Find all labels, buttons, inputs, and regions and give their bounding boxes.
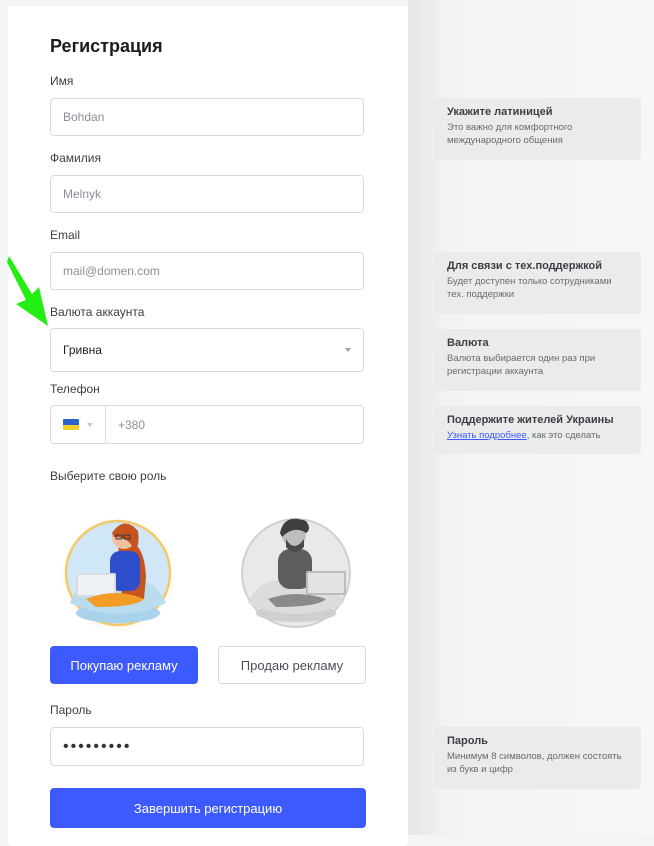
ukraine-flag-icon bbox=[63, 419, 79, 430]
first-name-placeholder: Bohdan bbox=[63, 110, 105, 124]
hint-email: Для связи с тех.поддержкой Будет доступе… bbox=[428, 252, 641, 314]
email-placeholder: mail@domen.com bbox=[63, 264, 160, 278]
password-value: ••••••••• bbox=[63, 737, 132, 755]
phone-input[interactable]: +380 bbox=[50, 405, 364, 444]
hint-ukraine-text: Узнать подробнее, как это сделать bbox=[447, 429, 629, 442]
page-title: Регистрация bbox=[50, 36, 163, 56]
hint-currency-text: Валюта выбирается один раз при регистрац… bbox=[447, 353, 596, 377]
first-name-label: Имя bbox=[50, 74, 74, 88]
hint-ukraine: Поддержите жителей Украины Узнать подроб… bbox=[428, 406, 641, 454]
email-input[interactable]: mail@domen.com bbox=[50, 252, 364, 290]
hint-currency-title: Валюта bbox=[447, 337, 489, 349]
last-name-input[interactable]: Melnyk bbox=[50, 175, 364, 213]
role-label: Выберите свою роль bbox=[50, 469, 167, 483]
hint-password-text: Минимум 8 символов, должен состоять из б… bbox=[447, 751, 622, 775]
email-label: Email bbox=[50, 228, 81, 242]
chevron-down-icon bbox=[345, 348, 351, 352]
last-name-placeholder: Melnyk bbox=[63, 187, 102, 201]
currency-select[interactable]: Гривна bbox=[50, 328, 364, 372]
hint-password-title: Пароль bbox=[447, 735, 488, 747]
complete-registration-button[interactable]: Завершить регистрацию bbox=[50, 788, 366, 828]
chevron-down-icon bbox=[87, 422, 93, 427]
hint-currency: Валюта Валюта выбирается один раз при ре… bbox=[428, 329, 641, 391]
annotation-arrow-icon bbox=[7, 256, 48, 326]
hint-name-title: Укажите латиницей bbox=[447, 106, 553, 118]
password-label: Пароль bbox=[50, 703, 92, 717]
learn-more-link[interactable]: Узнать подробнее bbox=[447, 430, 527, 441]
hint-email-title: Для связи с тех.поддержкой bbox=[447, 260, 602, 272]
hint-email-text: Будет доступен только сотрудниками тех. … bbox=[447, 276, 612, 300]
hint-ukraine-title: Поддержите жителей Украины bbox=[447, 414, 614, 426]
currency-value: Гривна bbox=[63, 343, 102, 357]
buyer-role-illustration[interactable] bbox=[56, 507, 180, 631]
seller-role-illustration[interactable] bbox=[234, 507, 358, 631]
currency-label: Валюта аккаунта bbox=[50, 305, 145, 319]
last-name-label: Фамилия bbox=[50, 151, 101, 165]
hint-password: Пароль Минимум 8 символов, должен состоя… bbox=[428, 727, 641, 789]
password-input[interactable]: ••••••••• bbox=[50, 727, 364, 766]
hint-name-text: Это важно для комфортного международного… bbox=[447, 122, 573, 146]
first-name-input[interactable]: Bohdan bbox=[50, 98, 364, 136]
sell-ads-button[interactable]: Продаю рекламу bbox=[218, 646, 366, 684]
phone-label: Телефон bbox=[50, 382, 100, 396]
country-selector[interactable] bbox=[51, 406, 106, 443]
hint-ukraine-suffix: , как это сделать bbox=[526, 430, 601, 441]
buy-ads-button[interactable]: Покупаю рекламу bbox=[50, 646, 198, 684]
phone-placeholder: +380 bbox=[118, 417, 146, 432]
hint-name: Укажите латиницей Это важно для комфортн… bbox=[428, 98, 641, 160]
